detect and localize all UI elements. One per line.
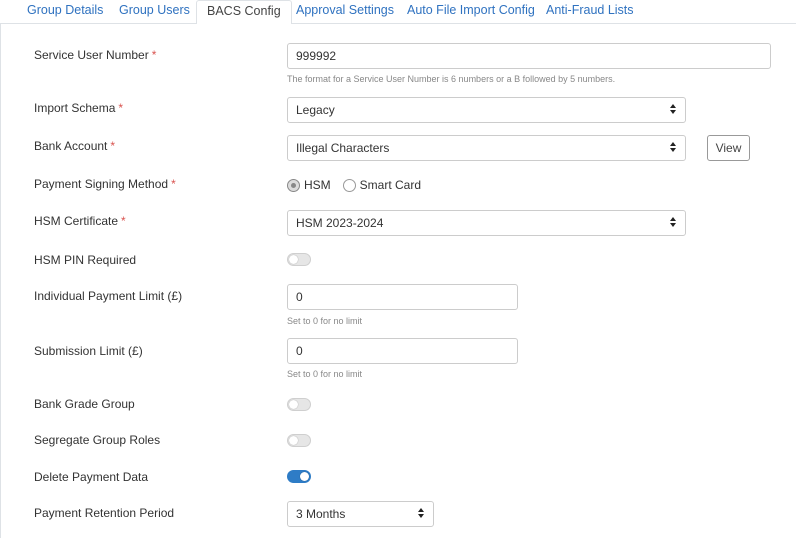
import-schema-select[interactable]: Legacy <box>287 97 686 123</box>
hsm-certificate-select[interactable]: HSM 2023-2024 <box>287 210 686 236</box>
hsm-pin-required-toggle[interactable] <box>287 253 311 266</box>
tab-approval-settings[interactable]: Approval Settings <box>296 0 394 24</box>
import-schema-value: Legacy <box>296 103 335 117</box>
bank-account-label: Bank Account * <box>34 139 116 153</box>
select-arrows-icon <box>670 141 676 153</box>
hsm-radio-label[interactable]: HSM <box>304 178 331 192</box>
smart-card-radio-label[interactable]: Smart Card <box>360 178 421 192</box>
bank-grade-group-toggle[interactable] <box>287 398 311 411</box>
payment-retention-period-value: 3 Months <box>296 507 346 521</box>
bank-account-value: Illegal Characters <box>296 141 390 155</box>
tab-group-details[interactable]: Group Details <box>27 0 103 24</box>
segregate-group-roles-toggle[interactable] <box>287 434 311 447</box>
tab-anti-fraud-lists[interactable]: Anti-Fraud Lists <box>546 0 634 24</box>
select-arrows-icon <box>670 103 676 115</box>
bank-account-select[interactable]: Illegal Characters <box>287 135 686 161</box>
submission-limit-input[interactable] <box>287 338 518 364</box>
smart-card-radio[interactable] <box>342 178 356 192</box>
individual-payment-limit-help: Set to 0 for no limit <box>287 316 363 326</box>
select-arrows-icon <box>418 507 424 519</box>
hsm-pin-required-label: HSM PIN Required <box>34 253 137 267</box>
tab-group-users[interactable]: Group Users <box>119 0 190 24</box>
submission-limit-help: Set to 0 for no limit <box>287 369 363 379</box>
tab-bacs-config[interactable]: BACS Config <box>196 0 292 25</box>
individual-payment-limit-label: Individual Payment Limit (£) <box>34 289 183 303</box>
hsm-radio[interactable] <box>287 178 300 192</box>
service-user-number-label: Service User Number * <box>34 48 157 62</box>
hsm-certificate-value: HSM 2023-2024 <box>296 216 384 230</box>
payment-retention-period-select[interactable]: 3 Months <box>287 501 434 527</box>
import-schema-label: Import Schema * <box>34 101 124 115</box>
delete-payment-data-label: Delete Payment Data <box>34 470 149 484</box>
payment-signing-method-radio-group: HSM Smart Card <box>287 177 433 193</box>
segregate-group-roles-label: Segregate Group Roles <box>34 433 161 447</box>
submission-limit-label: Submission Limit (£) <box>34 344 143 358</box>
payment-signing-method-label: Payment Signing Method * <box>34 177 176 191</box>
hsm-certificate-label: HSM Certificate * <box>34 214 126 228</box>
bank-grade-group-label: Bank Grade Group <box>34 397 135 411</box>
view-bank-account-button[interactable]: View <box>707 135 750 161</box>
tab-auto-file-import-config[interactable]: Auto File Import Config <box>407 0 535 24</box>
tab-bar: Group Details Group Users BACS Config Ap… <box>0 0 796 25</box>
individual-payment-limit-input[interactable] <box>287 284 518 310</box>
service-user-number-input[interactable] <box>287 43 771 69</box>
payment-retention-period-label: Payment Retention Period <box>34 506 175 520</box>
service-user-number-help: The format for a Service User Number is … <box>287 74 616 84</box>
delete-payment-data-toggle[interactable] <box>287 470 311 483</box>
select-arrows-icon <box>670 216 676 228</box>
